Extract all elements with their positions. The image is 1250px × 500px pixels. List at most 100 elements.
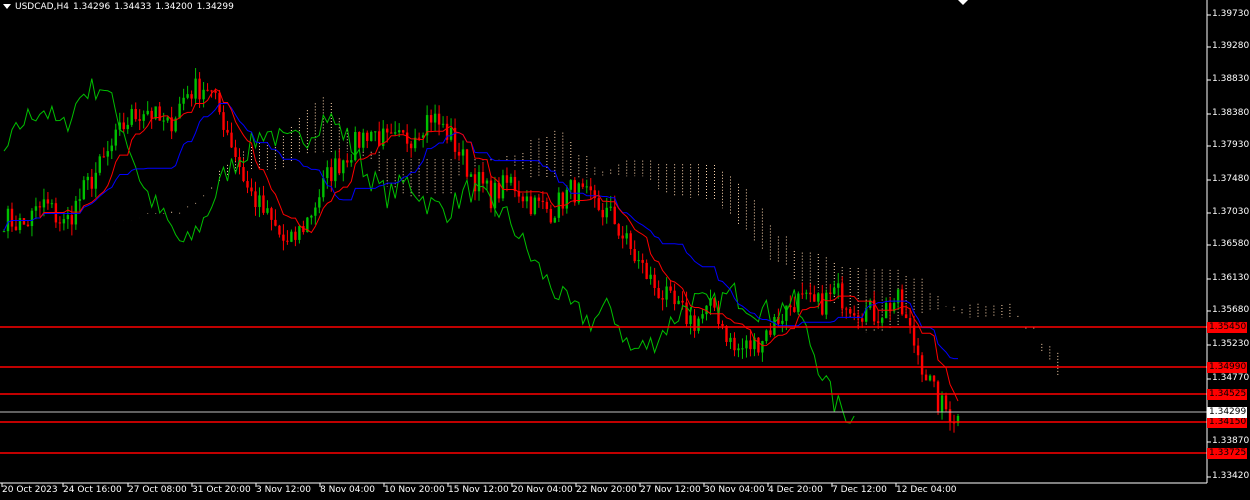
candle-body [469, 174, 473, 177]
high-value: 1.34433 [114, 2, 152, 12]
candle-body [449, 127, 453, 140]
candle-body [294, 231, 297, 240]
candle-body [737, 348, 740, 351]
candle-body [924, 374, 928, 381]
candle-body [541, 200, 545, 202]
candle-body [102, 156, 105, 158]
price-tick-label: 1.37030 [1212, 207, 1250, 217]
candle-body [134, 108, 137, 120]
candle-body [489, 180, 493, 209]
candle-body [122, 122, 125, 130]
candle-body [441, 123, 445, 125]
candle-body [158, 106, 161, 121]
chart-plot-area[interactable] [0, 0, 1250, 500]
price-tick-label: 1.39280 [1212, 41, 1250, 51]
candle-body [358, 132, 361, 148]
chikou-span-line [3, 78, 855, 424]
candle-body [561, 192, 565, 209]
candle-body [880, 318, 884, 323]
candle-body [206, 89, 209, 91]
candle-body [701, 314, 704, 319]
price-tick-label: 1.36580 [1212, 239, 1250, 249]
candle-body [142, 114, 145, 121]
candle-body [18, 218, 22, 231]
horizontal-levels[interactable] [0, 326, 1207, 454]
candle-body [42, 199, 46, 208]
candle-body [653, 274, 656, 288]
candle-body [904, 314, 908, 319]
candle-body [481, 172, 485, 184]
candle-body [749, 340, 752, 350]
time-tick-label: 31 Oct 20:00 [192, 485, 251, 495]
candle-body [609, 206, 612, 208]
candle-body [697, 318, 700, 331]
candle-body [58, 222, 62, 224]
candle-body [405, 132, 409, 144]
candle-body [685, 302, 688, 325]
candle-body [916, 345, 920, 356]
candle-body [509, 176, 513, 183]
candle-body [234, 147, 237, 157]
candle-body [773, 317, 776, 335]
chart-window[interactable]: USDCAD,H4 1.34296 1.34433 1.34200 1.34299 1.… [0, 0, 1250, 500]
candle-body [10, 208, 14, 227]
open-value: 1.34296 [72, 2, 111, 12]
candle-body [605, 207, 608, 218]
candle-body [138, 119, 141, 121]
candle-body [733, 337, 736, 351]
candle-body [409, 143, 413, 149]
candle-body [222, 112, 225, 130]
candle-body [900, 289, 904, 315]
candle-body [34, 206, 38, 211]
level-price-tag: 1.34150 [1207, 417, 1247, 428]
candle-body [46, 199, 50, 204]
candle-body [825, 292, 828, 315]
candle-body [745, 340, 748, 349]
candle-body [326, 167, 329, 179]
candle-body [385, 128, 389, 133]
price-tick-label: 1.37930 [1212, 140, 1250, 150]
time-tick-label: 12 Dec 04:00 [896, 485, 957, 495]
candle-body [86, 176, 90, 181]
menu-triangle-icon[interactable] [3, 4, 11, 9]
candle-body [182, 97, 185, 104]
candle-body [370, 131, 373, 141]
candle-body [190, 94, 193, 99]
candle-body [178, 103, 181, 119]
candle-body [545, 201, 549, 209]
candle-body [501, 175, 505, 199]
candle-body [781, 320, 784, 324]
candle-body [793, 307, 796, 312]
candle-body [553, 217, 557, 223]
candle-body [186, 94, 189, 98]
time-tick-label: 20 Nov 04:00 [512, 485, 573, 495]
candle-body [633, 249, 636, 262]
candle-body [318, 197, 321, 208]
candle-body [573, 180, 577, 203]
candle-body [166, 117, 169, 121]
candle-body [693, 315, 696, 331]
candle-body [210, 90, 213, 92]
candle-body [661, 298, 664, 300]
candle-body [246, 181, 249, 188]
candle-body [920, 355, 924, 375]
candle-body [853, 313, 856, 316]
candle-body [82, 180, 86, 200]
scroll-marker-icon[interactable] [958, 0, 968, 5]
candle-body [837, 283, 840, 288]
candle-body [346, 160, 349, 163]
candle-body [126, 124, 129, 130]
candle-body [513, 176, 517, 192]
price-tick-label: 1.38830 [1212, 74, 1250, 84]
candle-body [589, 186, 592, 191]
level-price-tag: 1.35450 [1207, 322, 1247, 333]
candle-body [769, 330, 772, 335]
candle-body [78, 199, 82, 201]
time-tick-label: 27 Oct 08:00 [128, 485, 187, 495]
time-tick-label: 8 Nov 04:00 [320, 485, 375, 495]
candle-body [677, 300, 680, 305]
candle-body [334, 158, 337, 182]
candle-body [601, 209, 604, 218]
candle-body [485, 180, 489, 184]
candle-body [290, 231, 293, 242]
